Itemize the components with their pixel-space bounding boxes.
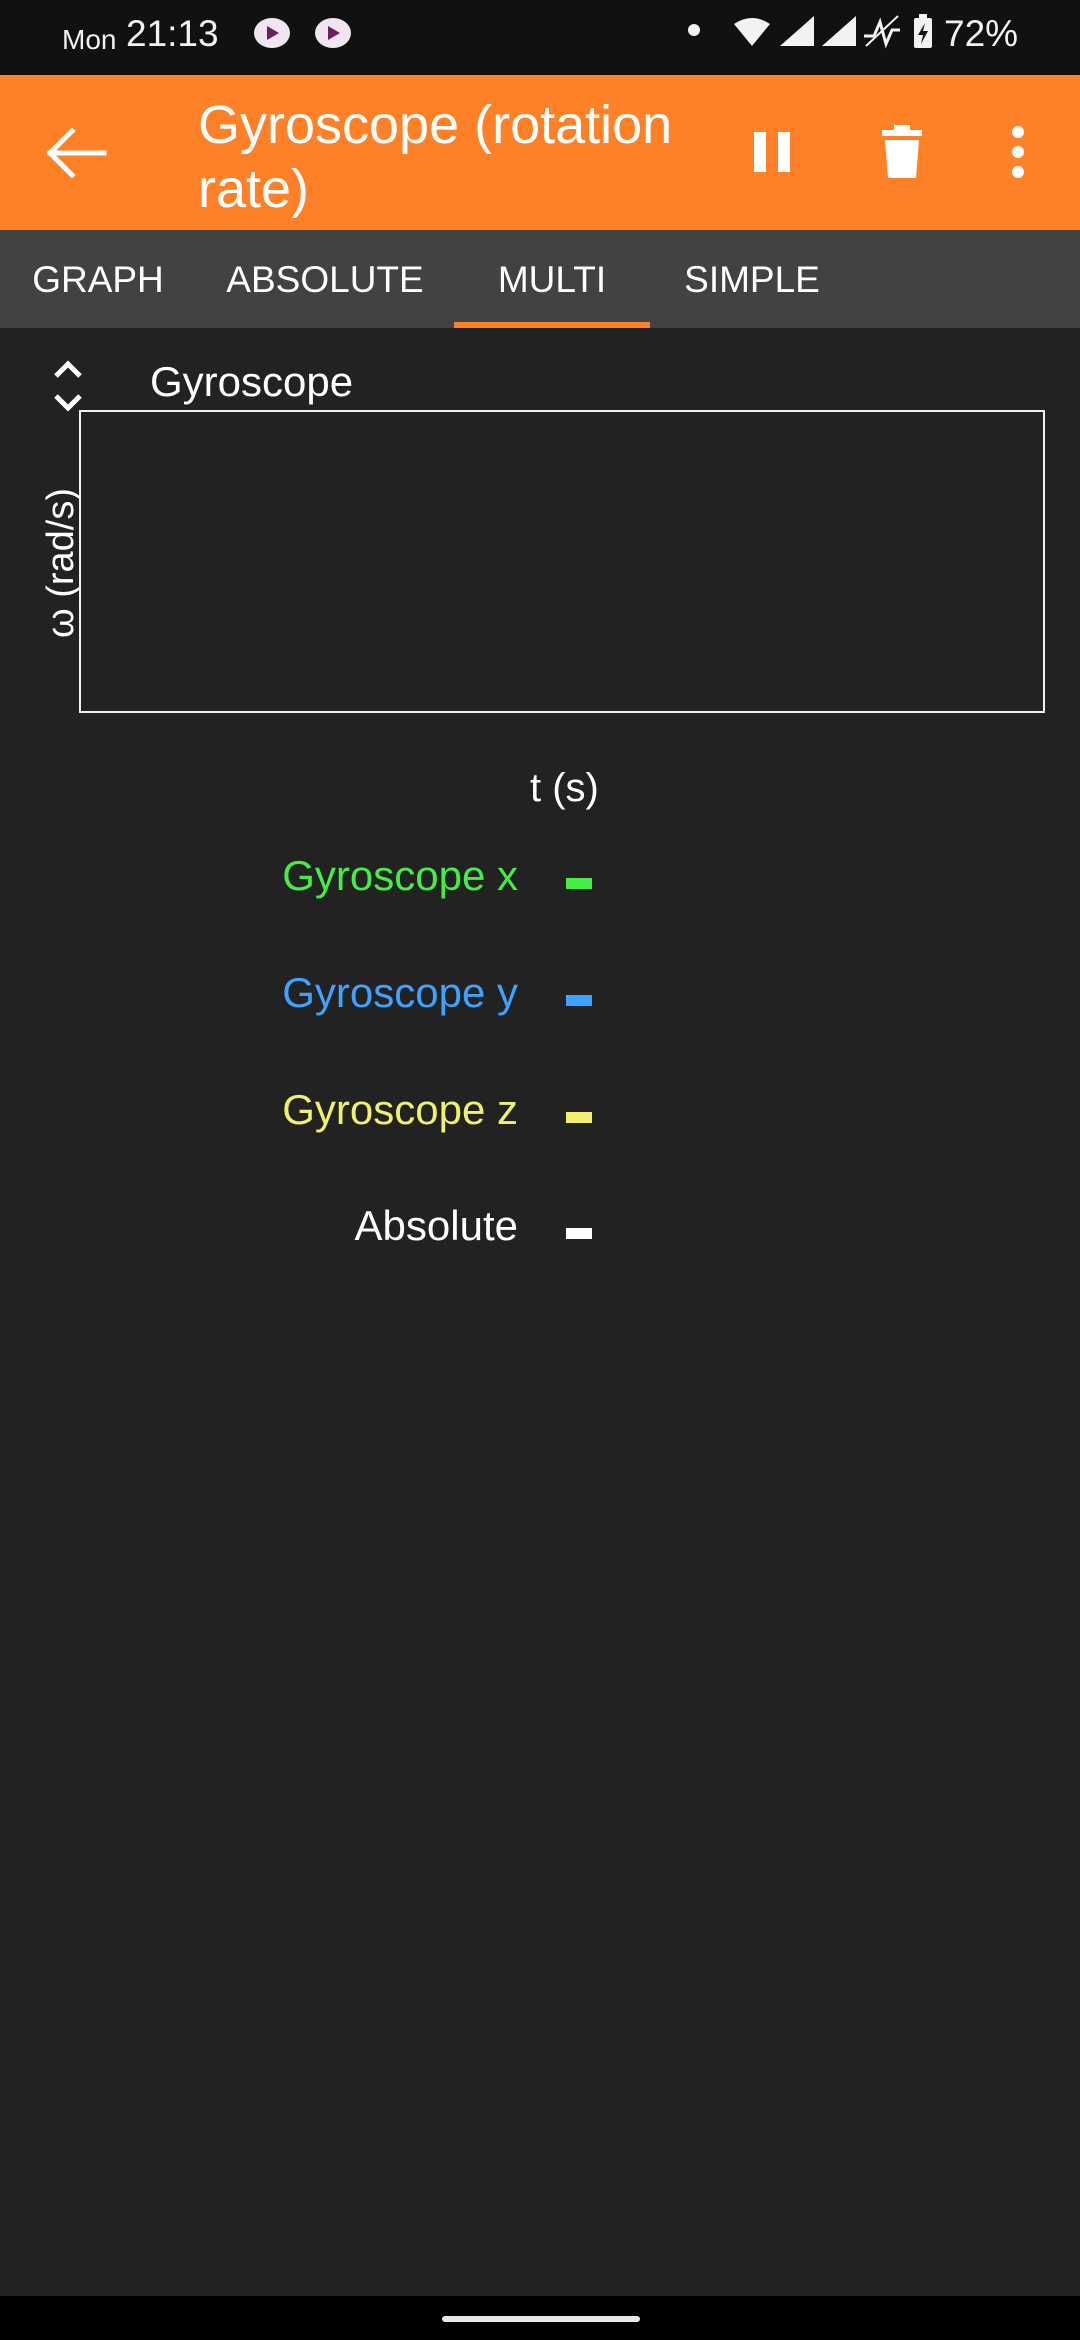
legend-item-gyroscope-x: Gyroscope x [0,852,600,912]
page-title: Gyroscope (rotation rate) [198,95,673,219]
signal-icon [822,16,856,46]
more-vert-icon[interactable] [986,120,1050,184]
legend-swatch [566,1228,592,1239]
notification-dot-icon [688,24,700,36]
status-time: 21:13 [126,13,219,54]
battery-percentage: 72% [944,13,1019,54]
system-nav-bar [0,2296,1080,2340]
legend-item-gyroscope-z: Gyroscope z [0,1086,600,1146]
legend-item-absolute: Absolute [0,1202,600,1262]
battery-charging-icon [914,14,932,48]
graph-container: Gyroscope ω (rad/s) t (s) Gyroscope x Gy… [0,328,1080,2296]
expand-collapse-icon[interactable] [48,358,88,414]
arrow-left-icon[interactable] [44,125,108,181]
home-gesture-handle[interactable] [442,2316,640,2322]
video-notification-icon [254,18,290,48]
legend-label: Absolute [354,1202,518,1249]
legend-label: Gyroscope z [282,1086,518,1133]
tab-bar: GRAPH ABSOLUTE MULTI SIMPLE [0,230,1080,328]
tab-graph[interactable]: GRAPH [0,230,196,328]
legend-swatch [566,1112,592,1123]
y-axis-label: ω (rad/s) [40,487,82,638]
trash-icon[interactable] [870,120,934,184]
legend-item-gyroscope-y: Gyroscope y [0,969,600,1029]
signal-icon [780,16,814,46]
video-notification-icon [315,18,351,48]
pause-icon[interactable] [740,120,804,184]
wifi-icon [734,18,770,46]
app-bar: Gyroscope (rotation rate) [0,75,1080,230]
legend-label: Gyroscope y [282,969,518,1016]
tab-simple[interactable]: SIMPLE [666,230,838,328]
plot-area[interactable] [79,410,1045,713]
legend-swatch [566,995,592,1006]
tab-multi[interactable]: MULTI [454,230,650,328]
tab-absolute[interactable]: ABSOLUTE [212,230,438,328]
status-bar: Mon 21:13 72% [0,0,1080,75]
legend-swatch [566,878,592,889]
legend-label: Gyroscope x [282,852,518,899]
x-axis-label: t (s) [530,766,599,810]
graph-title: Gyroscope [150,358,354,405]
connectivity-icons [734,14,932,49]
data-activity-icon [864,17,900,49]
status-day: Mon [62,24,117,55]
